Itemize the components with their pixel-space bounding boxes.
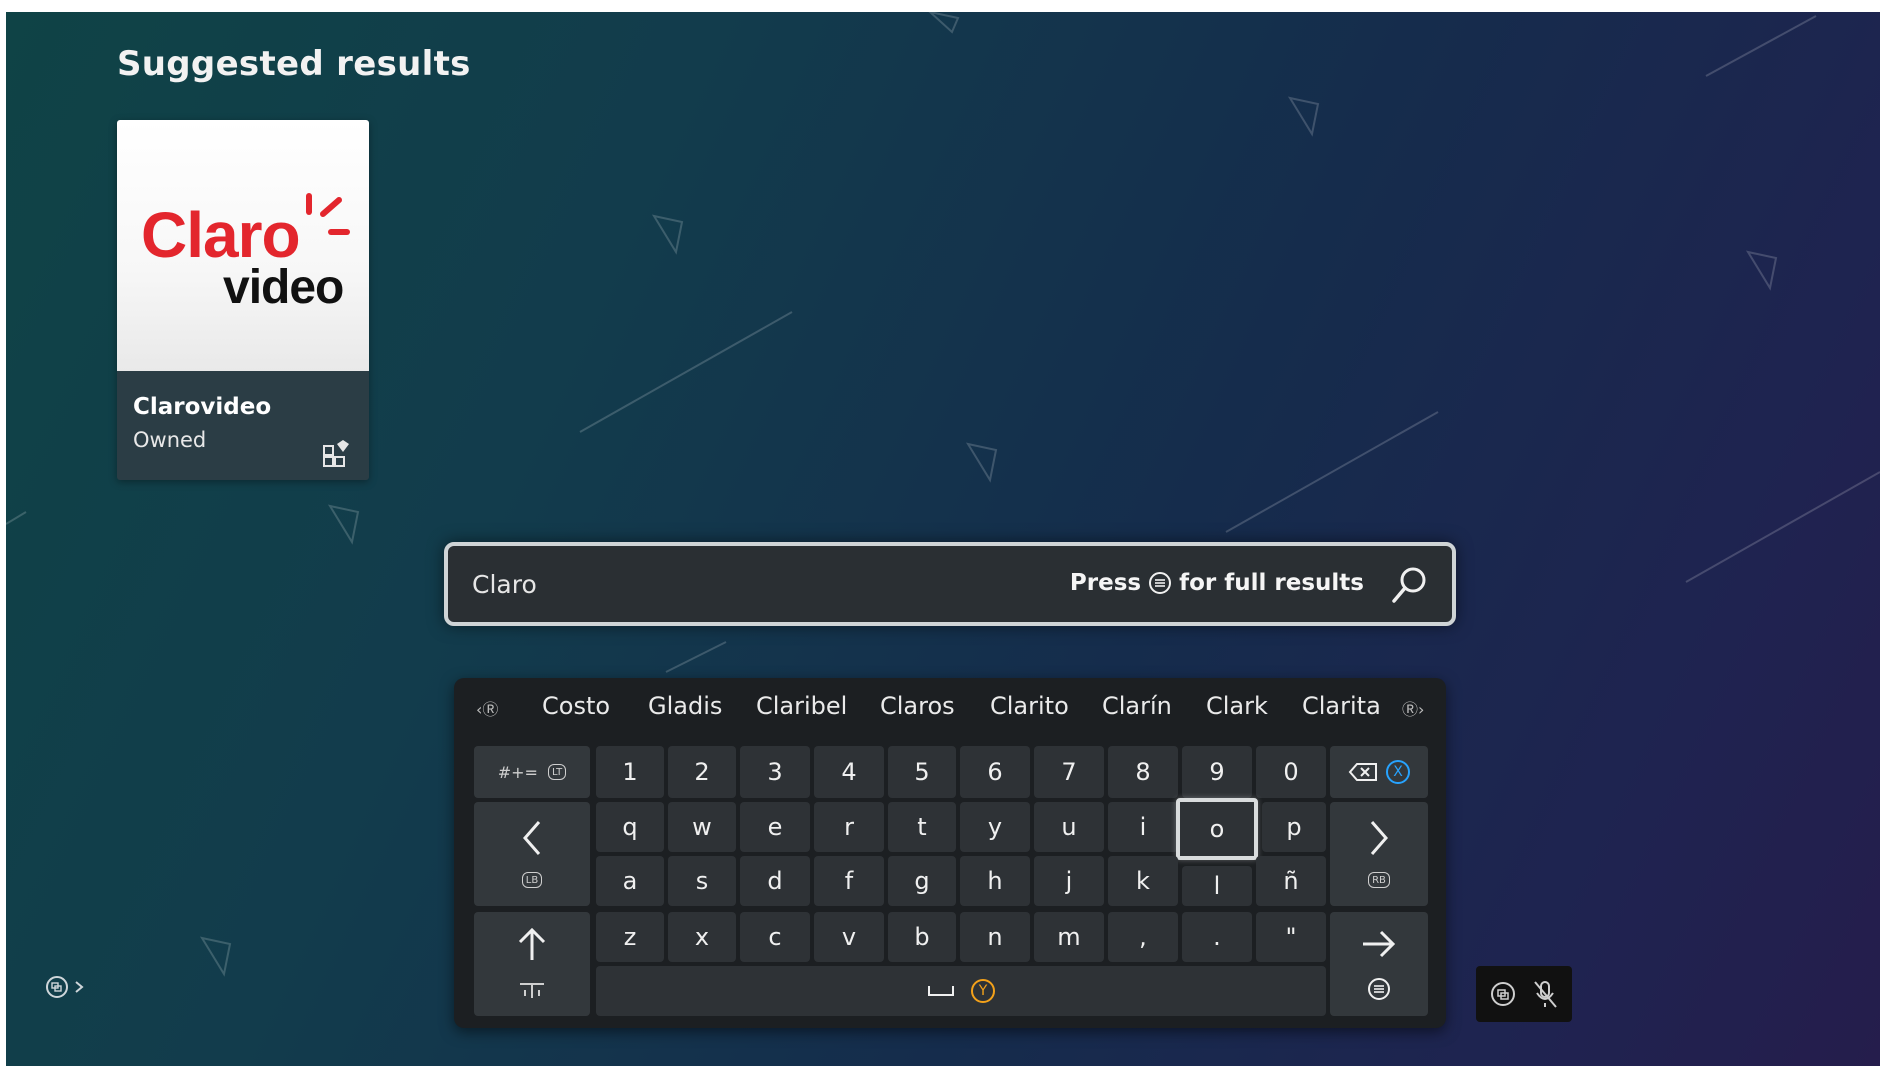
- rb-scroll-right-icon: Ⓡ›: [1402, 700, 1425, 719]
- key-d[interactable]: d: [740, 856, 810, 906]
- suggestion-item[interactable]: Gladis: [648, 692, 722, 720]
- key-1[interactable]: 1: [596, 746, 664, 798]
- result-status: Owned: [133, 428, 207, 452]
- hint-prefix: Press: [1069, 570, 1142, 596]
- key-h[interactable]: h: [960, 856, 1030, 906]
- arrow-right-icon: [1363, 930, 1396, 958]
- shift-key[interactable]: [474, 912, 590, 1016]
- chevron-right-icon: [1370, 821, 1388, 855]
- suggestion-item[interactable]: Costo: [542, 692, 610, 720]
- key-o[interactable]: o: [1176, 798, 1258, 860]
- search-input[interactable]: Claro: [472, 570, 537, 599]
- menu-button-icon: [1368, 978, 1390, 1000]
- key-9[interactable]: 9: [1182, 746, 1252, 798]
- hint-suffix: for full results: [1179, 570, 1364, 596]
- key-n[interactable]: n: [960, 912, 1030, 962]
- store-app-icon: [323, 440, 349, 467]
- key-v[interactable]: v: [814, 912, 884, 962]
- suggestion-row: ‹Ⓡ Costo Gladis Claribel Claros Clarito …: [454, 678, 1446, 734]
- key-m[interactable]: m: [1034, 912, 1104, 962]
- search-bar[interactable]: Claro Press for full results: [444, 542, 1456, 626]
- result-tile-clarovideo[interactable]: Claro video Clarovideo Owned: [117, 120, 369, 480]
- suggestion-item[interactable]: Claros: [880, 692, 955, 720]
- mic-muted-icon: [1534, 981, 1557, 1008]
- chevron-left-icon: [523, 821, 541, 855]
- logo-video-text: video: [223, 261, 344, 314]
- key-5[interactable]: 5: [888, 746, 956, 798]
- suggestion-item[interactable]: Claribel: [756, 692, 847, 720]
- key-p[interactable]: p: [1262, 802, 1326, 852]
- key-g[interactable]: g: [888, 856, 956, 906]
- view-button-icon: [1491, 982, 1515, 1006]
- result-name: Clarovideo: [133, 394, 272, 420]
- page-title: Suggested results: [117, 44, 471, 84]
- key-0[interactable]: 0: [1256, 746, 1326, 798]
- key-r[interactable]: r: [814, 802, 884, 852]
- key-i[interactable]: i: [1108, 802, 1178, 852]
- search-icon[interactable]: [1388, 564, 1430, 606]
- key-s[interactable]: s: [668, 856, 736, 906]
- key-3[interactable]: 3: [740, 746, 810, 798]
- key-t[interactable]: t: [888, 802, 956, 852]
- key-j[interactable]: j: [1034, 856, 1104, 906]
- key-6[interactable]: 6: [960, 746, 1030, 798]
- key-u[interactable]: u: [1034, 802, 1104, 852]
- on-screen-keyboard: ‹Ⓡ Costo Gladis Claribel Claros Clarito …: [454, 678, 1446, 1028]
- shift-arrow-up-icon: [518, 927, 546, 960]
- space-key[interactable]: Y: [596, 966, 1326, 1016]
- cursor-left-key[interactable]: LB: [474, 802, 590, 906]
- enter-key[interactable]: [1330, 912, 1428, 1016]
- key-k[interactable]: k: [1108, 856, 1178, 906]
- key-a[interactable]: a: [596, 856, 664, 906]
- key-l[interactable]: l: [1182, 866, 1252, 906]
- key-quote[interactable]: ": [1256, 912, 1326, 962]
- voice-panel[interactable]: [1476, 966, 1572, 1022]
- symbols-key-label: #+=: [497, 762, 538, 782]
- chevron-right-icon: [75, 981, 84, 993]
- lb-scroll-left-icon: ‹Ⓡ: [476, 700, 499, 719]
- suggestion-item[interactable]: Clark: [1206, 692, 1268, 720]
- key-x[interactable]: x: [668, 912, 736, 962]
- key-n-tilde[interactable]: ñ: [1256, 856, 1326, 906]
- key-b[interactable]: b: [888, 912, 956, 962]
- key-c[interactable]: c: [740, 912, 810, 962]
- key-e[interactable]: e: [740, 802, 810, 852]
- x-button-icon: X: [1386, 760, 1410, 784]
- key-period[interactable]: .: [1182, 912, 1252, 962]
- left-stick-icon: [520, 983, 544, 998]
- key-w[interactable]: w: [668, 802, 736, 852]
- y-button-icon: Y: [971, 979, 995, 1003]
- view-button-corner: [44, 974, 84, 1000]
- key-f[interactable]: f: [814, 856, 884, 906]
- cursor-right-key[interactable]: RB: [1330, 802, 1428, 906]
- screen: Suggested results Claro video Clarovideo…: [6, 12, 1880, 1066]
- space-glyph-icon: [928, 986, 954, 996]
- key-4[interactable]: 4: [814, 746, 884, 798]
- key-comma[interactable]: ,: [1108, 912, 1178, 962]
- key-7[interactable]: 7: [1034, 746, 1104, 798]
- backspace-icon: [1348, 763, 1377, 781]
- suggestion-item[interactable]: Clarita: [1302, 692, 1381, 720]
- menu-button-icon: [1149, 572, 1172, 594]
- key-8[interactable]: 8: [1108, 746, 1178, 798]
- symbols-key[interactable]: #+= LT: [474, 746, 590, 798]
- lt-trigger-icon: LT: [547, 764, 567, 780]
- backspace-key[interactable]: X: [1330, 746, 1428, 798]
- suggestion-item[interactable]: Clarín: [1102, 692, 1172, 720]
- full-results-hint: Press for full results: [1070, 570, 1364, 596]
- suggestion-item[interactable]: Clarito: [990, 692, 1069, 720]
- key-z[interactable]: z: [596, 912, 664, 962]
- key-q[interactable]: q: [596, 802, 664, 852]
- logo-rays-icon: [306, 193, 350, 235]
- rb-bumper-icon: RB: [1368, 872, 1390, 888]
- lb-bumper-icon: LB: [521, 872, 543, 888]
- clarovideo-logo: Claro video: [117, 120, 369, 371]
- key-y[interactable]: y: [960, 802, 1030, 852]
- key-2[interactable]: 2: [668, 746, 736, 798]
- view-button-icon: [46, 976, 68, 998]
